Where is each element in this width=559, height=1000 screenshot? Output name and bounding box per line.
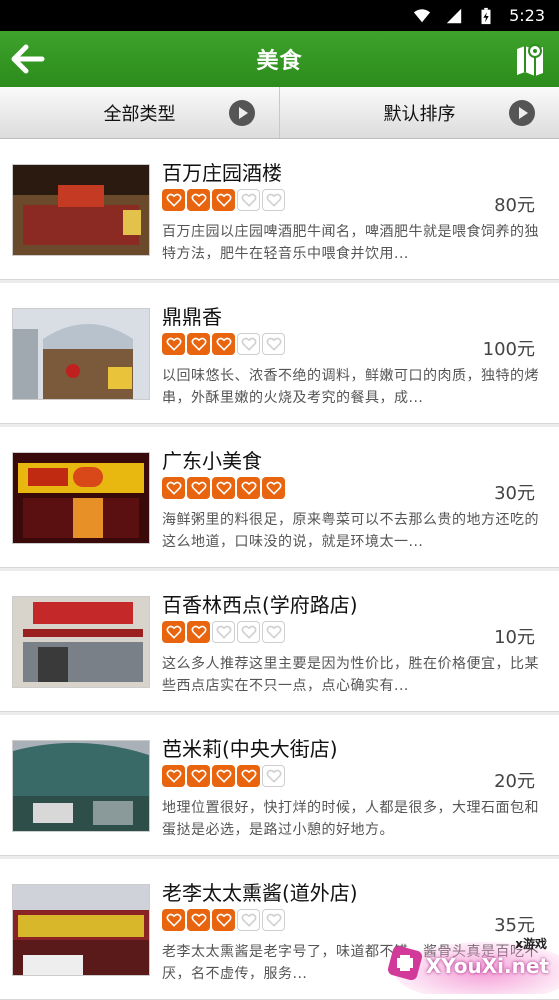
restaurant-price: 10元 [494, 627, 535, 648]
map-icon[interactable] [515, 41, 545, 77]
rating-star-empty-icon [237, 621, 260, 643]
restaurant-description: 地理位置很好，快打烊的时候，人都是很多，大理石面包和蛋挞是必选，是路过小憩的好地… [162, 800, 539, 838]
restaurant-description: 百万庄园以庄园啤酒肥牛闻名，啤酒肥牛就是喂食饲养的独特方法，肥牛在轻音乐中喂食并… [162, 224, 539, 262]
rating-stars [162, 765, 285, 787]
filter-bar: 全部类型 默认排序 [0, 87, 559, 139]
rating-star-filled-icon [187, 621, 210, 643]
restaurant-description: 以回味悠长、浓香不绝的调料，鲜嫩可口的肉质，独特的烤串，外酥里嫩的火烧及考究的餐… [162, 368, 539, 406]
restaurant-item[interactable]: 百香林西点(学府路店) 10元这么多人推荐这里主要是因为性价比，胜在价格便宜，比某… [0, 571, 559, 712]
rating-star-filled-icon [162, 189, 185, 211]
restaurant-description: 海鲜粥里的料很足，原来粤菜可以不去那么贵的地方还吃的这么地道，口味没的说，就是环… [162, 512, 539, 550]
restaurant-name: 芭米莉(中央大街店) [162, 737, 338, 761]
rating-star-empty-icon [262, 189, 285, 211]
rating-star-filled-icon [262, 477, 285, 499]
watermark: x游戏 XYouXi.net [384, 934, 559, 1000]
rating-star-filled-icon [212, 477, 235, 499]
rating-star-empty-icon [262, 333, 285, 355]
sort-filter[interactable]: 默认排序 [279, 87, 559, 138]
rating-star-filled-icon [187, 333, 210, 355]
restaurant-photo [12, 308, 150, 400]
restaurant-photo [12, 740, 150, 832]
rating-star-empty-icon [262, 621, 285, 643]
wifi-icon [413, 8, 431, 22]
rating-star-filled-icon [187, 765, 210, 787]
rating-star-filled-icon [187, 189, 210, 211]
restaurant-price: 30元 [494, 483, 535, 504]
restaurant-name: 百万庄园酒楼 [162, 161, 282, 185]
rating-star-filled-icon [162, 333, 185, 355]
status-time: 5:23 [509, 6, 545, 25]
dropdown-arrow-icon [509, 99, 535, 126]
restaurant-price: 80元 [494, 195, 535, 216]
rating-stars [162, 189, 285, 211]
restaurant-name: 广东小美食 [162, 449, 262, 473]
rating-star-empty-icon [237, 189, 260, 211]
rating-star-filled-icon [212, 909, 235, 931]
rating-star-filled-icon [162, 477, 185, 499]
rating-star-empty-icon [262, 765, 285, 787]
page-title: 美食 [256, 49, 303, 74]
restaurant-description: 这么多人推荐这里主要是因为性价比，胜在价格便宜，比某些西点店实在不只一点，点心确… [162, 656, 539, 694]
restaurant-name: 鼎鼎香 [162, 305, 222, 329]
restaurant-photo [12, 884, 150, 976]
status-bar: 5:23 [0, 0, 559, 31]
restaurant-name: 百香林西点(学府路店) [162, 593, 358, 617]
restaurant-price: 20元 [494, 771, 535, 792]
rating-star-empty-icon [212, 621, 235, 643]
watermark-site: XYouXi.net [425, 954, 549, 978]
back-arrow-icon[interactable] [10, 41, 46, 77]
restaurant-item[interactable]: 广东小美食 30元海鲜粥里的料很足，原来粤菜可以不去那么贵的地方还吃的这么地道，口… [0, 427, 559, 568]
restaurant-price: 100元 [482, 339, 535, 360]
restaurant-item[interactable]: 鼎鼎香 100元以回味悠长、浓香不绝的调料，鲜嫩可口的肉质，独特的烤串，外酥里嫩的… [0, 283, 559, 424]
restaurant-photo [12, 164, 150, 256]
rating-star-filled-icon [162, 621, 185, 643]
rating-star-filled-icon [162, 909, 185, 931]
rating-star-filled-icon [212, 765, 235, 787]
sort-filter-label: 默认排序 [383, 103, 456, 125]
rating-stars [162, 621, 285, 643]
watermark-tag: x游戏 [515, 937, 547, 951]
rating-star-empty-icon [237, 333, 260, 355]
rating-star-filled-icon [237, 477, 260, 499]
rating-star-empty-icon [262, 909, 285, 931]
rating-star-filled-icon [212, 333, 235, 355]
rating-stars [162, 909, 285, 931]
category-filter[interactable]: 全部类型 [0, 87, 279, 138]
rating-star-filled-icon [187, 909, 210, 931]
rating-star-filled-icon [212, 189, 235, 211]
restaurant-photo [12, 596, 150, 688]
app-header: 美食 [0, 31, 559, 87]
restaurant-photo [12, 452, 150, 544]
restaurant-name: 老李太太熏酱(道外店) [162, 881, 358, 905]
restaurant-item[interactable]: 百万庄园酒楼 80元百万庄园以庄园啤酒肥牛闻名，啤酒肥牛就是喂食饲养的独特方法，肥… [0, 139, 559, 280]
rating-stars [162, 333, 285, 355]
dropdown-arrow-icon [229, 99, 255, 126]
signal-icon [446, 8, 462, 23]
battery-icon [481, 7, 491, 24]
rating-star-empty-icon [237, 909, 260, 931]
rating-stars [162, 477, 285, 499]
rating-star-filled-icon [237, 765, 260, 787]
restaurant-list: 百万庄园酒楼 80元百万庄园以庄园啤酒肥牛闻名，啤酒肥牛就是喂食饲养的独特方法，肥… [0, 139, 559, 1000]
category-filter-label: 全部类型 [103, 103, 176, 125]
rating-star-filled-icon [162, 765, 185, 787]
rating-star-filled-icon [187, 477, 210, 499]
restaurant-item[interactable]: 芭米莉(中央大街店) 20元地理位置很好，快打烊的时候，人都是很多，大理石面包和蛋… [0, 715, 559, 856]
